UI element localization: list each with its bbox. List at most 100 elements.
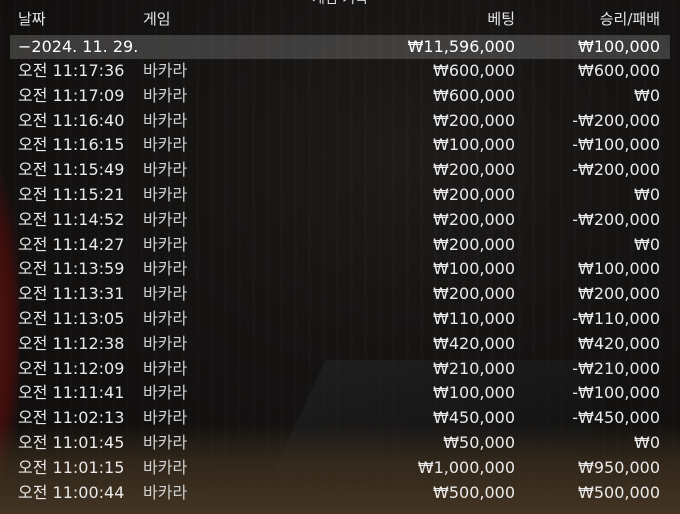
- row-game: 바카라: [143, 85, 188, 105]
- row-bet: ₩600,000: [433, 85, 515, 105]
- row-result: ₩950,000: [578, 457, 660, 477]
- row-result: -₩110,000: [572, 308, 660, 328]
- row-result: ₩100,000: [578, 259, 660, 279]
- row-time: 오전 11:02:13: [18, 408, 125, 428]
- row-result: ₩420,000: [578, 333, 660, 353]
- table-row[interactable]: 오전 11:11:41 바카라 ₩100,000 -₩100,000: [0, 381, 680, 406]
- row-game: 바카라: [143, 482, 188, 502]
- row-time: 오전 11:00:44: [18, 482, 125, 502]
- row-bet: ₩200,000: [433, 234, 515, 254]
- row-game: 바카라: [143, 432, 188, 452]
- column-header-bet[interactable]: 베팅: [487, 9, 515, 29]
- row-bet: ₩500,000: [433, 482, 515, 502]
- row-result: ₩600,000: [578, 61, 660, 80]
- row-game: 바카라: [143, 333, 188, 353]
- row-game: 바카라: [143, 209, 188, 229]
- row-result: -₩100,000: [572, 383, 660, 403]
- row-time: 오전 11:14:52: [18, 209, 125, 229]
- row-time: 오전 11:12:09: [18, 358, 125, 378]
- table-row[interactable]: 오전 11:13:31 바카라 ₩200,000 ₩200,000: [0, 282, 680, 307]
- row-game: 바카라: [143, 408, 188, 428]
- game-history-screen: 게임 기록 날짜 게임 베팅 승리/패배 −2024. 11. 29. ₩11,…: [0, 0, 680, 514]
- table-row[interactable]: 오전 11:14:52 바카라 ₩200,000 -₩200,000: [0, 208, 680, 233]
- row-time: 오전 11:17:09: [18, 85, 125, 105]
- row-result: -₩100,000: [572, 135, 660, 155]
- row-game: 바카라: [143, 234, 188, 254]
- table-header: 날짜 게임 베팅 승리/패배: [0, 9, 680, 33]
- row-result: -₩450,000: [572, 408, 660, 428]
- history-rows: 오전 11:17:36 바카라 ₩600,000 ₩600,000 오전 11:17:…: [0, 59, 680, 505]
- row-bet: ₩600,000: [433, 61, 515, 80]
- row-bet: ₩200,000: [433, 160, 515, 180]
- row-bet: ₩200,000: [433, 110, 515, 130]
- row-time: 오전 11:13:31: [18, 284, 125, 304]
- row-bet: ₩420,000: [433, 333, 515, 353]
- row-result: -₩200,000: [572, 160, 660, 180]
- row-game: 바카라: [143, 383, 188, 403]
- row-bet: ₩100,000: [433, 135, 515, 155]
- row-time: 오전 11:13:59: [18, 259, 125, 279]
- row-result: -₩200,000: [572, 110, 660, 130]
- column-header-game[interactable]: 게임: [143, 9, 171, 29]
- table-row[interactable]: 오전 11:01:45 바카라 ₩50,000 ₩0: [0, 431, 680, 456]
- day-group-win-total: ₩100,000: [578, 37, 660, 56]
- row-result: ₩0: [634, 85, 660, 105]
- row-game: 바카라: [143, 135, 188, 155]
- panel-topbar: 게임 기록: [0, 0, 680, 8]
- row-result: ₩200,000: [578, 284, 660, 304]
- row-game: 바카라: [143, 61, 188, 80]
- row-time: 오전 11:16:15: [18, 135, 125, 155]
- table-row[interactable]: 오전 11:15:49 바카라 ₩200,000 -₩200,000: [0, 158, 680, 183]
- row-bet: ₩110,000: [433, 308, 515, 328]
- table-row[interactable]: 오전 11:16:40 바카라 ₩200,000 -₩200,000: [0, 109, 680, 134]
- row-time: 오전 11:13:05: [18, 308, 125, 328]
- row-game: 바카라: [143, 160, 188, 180]
- row-result: ₩0: [634, 432, 660, 452]
- table-row[interactable]: 오전 11:00:44 바카라 ₩500,000 ₩500,000: [0, 481, 680, 506]
- row-bet: ₩1,000,000: [417, 457, 515, 477]
- day-group-date: −2024. 11. 29.: [18, 37, 139, 56]
- row-game: 바카라: [143, 259, 188, 279]
- row-time: 오전 11:15:21: [18, 184, 125, 204]
- row-bet: ₩100,000: [433, 383, 515, 403]
- row-result: ₩0: [634, 184, 660, 204]
- day-group-row[interactable]: −2024. 11. 29. ₩11,596,000 ₩100,000: [10, 35, 670, 59]
- table-row[interactable]: 오전 11:14:27 바카라 ₩200,000 ₩0: [0, 233, 680, 258]
- row-time: 오전 11:17:36: [18, 61, 125, 80]
- panel-title: 게임 기록: [0, 0, 680, 8]
- row-time: 오전 11:01:15: [18, 457, 125, 477]
- row-time: 오전 11:12:38: [18, 333, 125, 353]
- table-row[interactable]: 오전 11:15:21 바카라 ₩200,000 ₩0: [0, 183, 680, 208]
- row-game: 바카라: [143, 308, 188, 328]
- table-row[interactable]: 오전 11:02:13 바카라 ₩450,000 -₩450,000: [0, 406, 680, 431]
- row-bet: ₩210,000: [433, 358, 515, 378]
- row-game: 바카라: [143, 284, 188, 304]
- column-header-date[interactable]: 날짜: [18, 9, 46, 29]
- column-header-win-loss[interactable]: 승리/패배: [600, 9, 660, 29]
- table-row[interactable]: 오전 11:17:36 바카라 ₩600,000 ₩600,000: [0, 59, 680, 84]
- table-row[interactable]: 오전 11:16:15 바카라 ₩100,000 -₩100,000: [0, 133, 680, 158]
- row-result: ₩0: [634, 234, 660, 254]
- table-row[interactable]: 오전 11:12:38 바카라 ₩420,000 ₩420,000: [0, 332, 680, 357]
- row-result: ₩500,000: [578, 482, 660, 502]
- day-group-bet-total: ₩11,596,000: [407, 37, 515, 56]
- row-bet: ₩50,000: [443, 432, 515, 452]
- row-bet: ₩100,000: [433, 259, 515, 279]
- table-row[interactable]: 오전 11:12:09 바카라 ₩210,000 -₩210,000: [0, 357, 680, 382]
- table-row[interactable]: 오전 11:13:05 바카라 ₩110,000 -₩110,000: [0, 307, 680, 332]
- row-game: 바카라: [143, 358, 188, 378]
- row-result: -₩210,000: [572, 358, 660, 378]
- row-bet: ₩200,000: [433, 209, 515, 229]
- table-row[interactable]: 오전 11:13:59 바카라 ₩100,000 ₩100,000: [0, 257, 680, 282]
- row-game: 바카라: [143, 457, 188, 477]
- row-time: 오전 11:14:27: [18, 234, 125, 254]
- table-row[interactable]: 오전 11:17:09 바카라 ₩600,000 ₩0: [0, 84, 680, 109]
- row-bet: ₩450,000: [433, 408, 515, 428]
- row-result: -₩200,000: [572, 209, 660, 229]
- table-row[interactable]: 오전 11:01:15 바카라 ₩1,000,000 ₩950,000: [0, 456, 680, 481]
- row-time: 오전 11:01:45: [18, 432, 125, 452]
- row-time: 오전 11:16:40: [18, 110, 125, 130]
- row-time: 오전 11:11:41: [18, 383, 125, 403]
- row-game: 바카라: [143, 184, 188, 204]
- row-bet: ₩200,000: [433, 284, 515, 304]
